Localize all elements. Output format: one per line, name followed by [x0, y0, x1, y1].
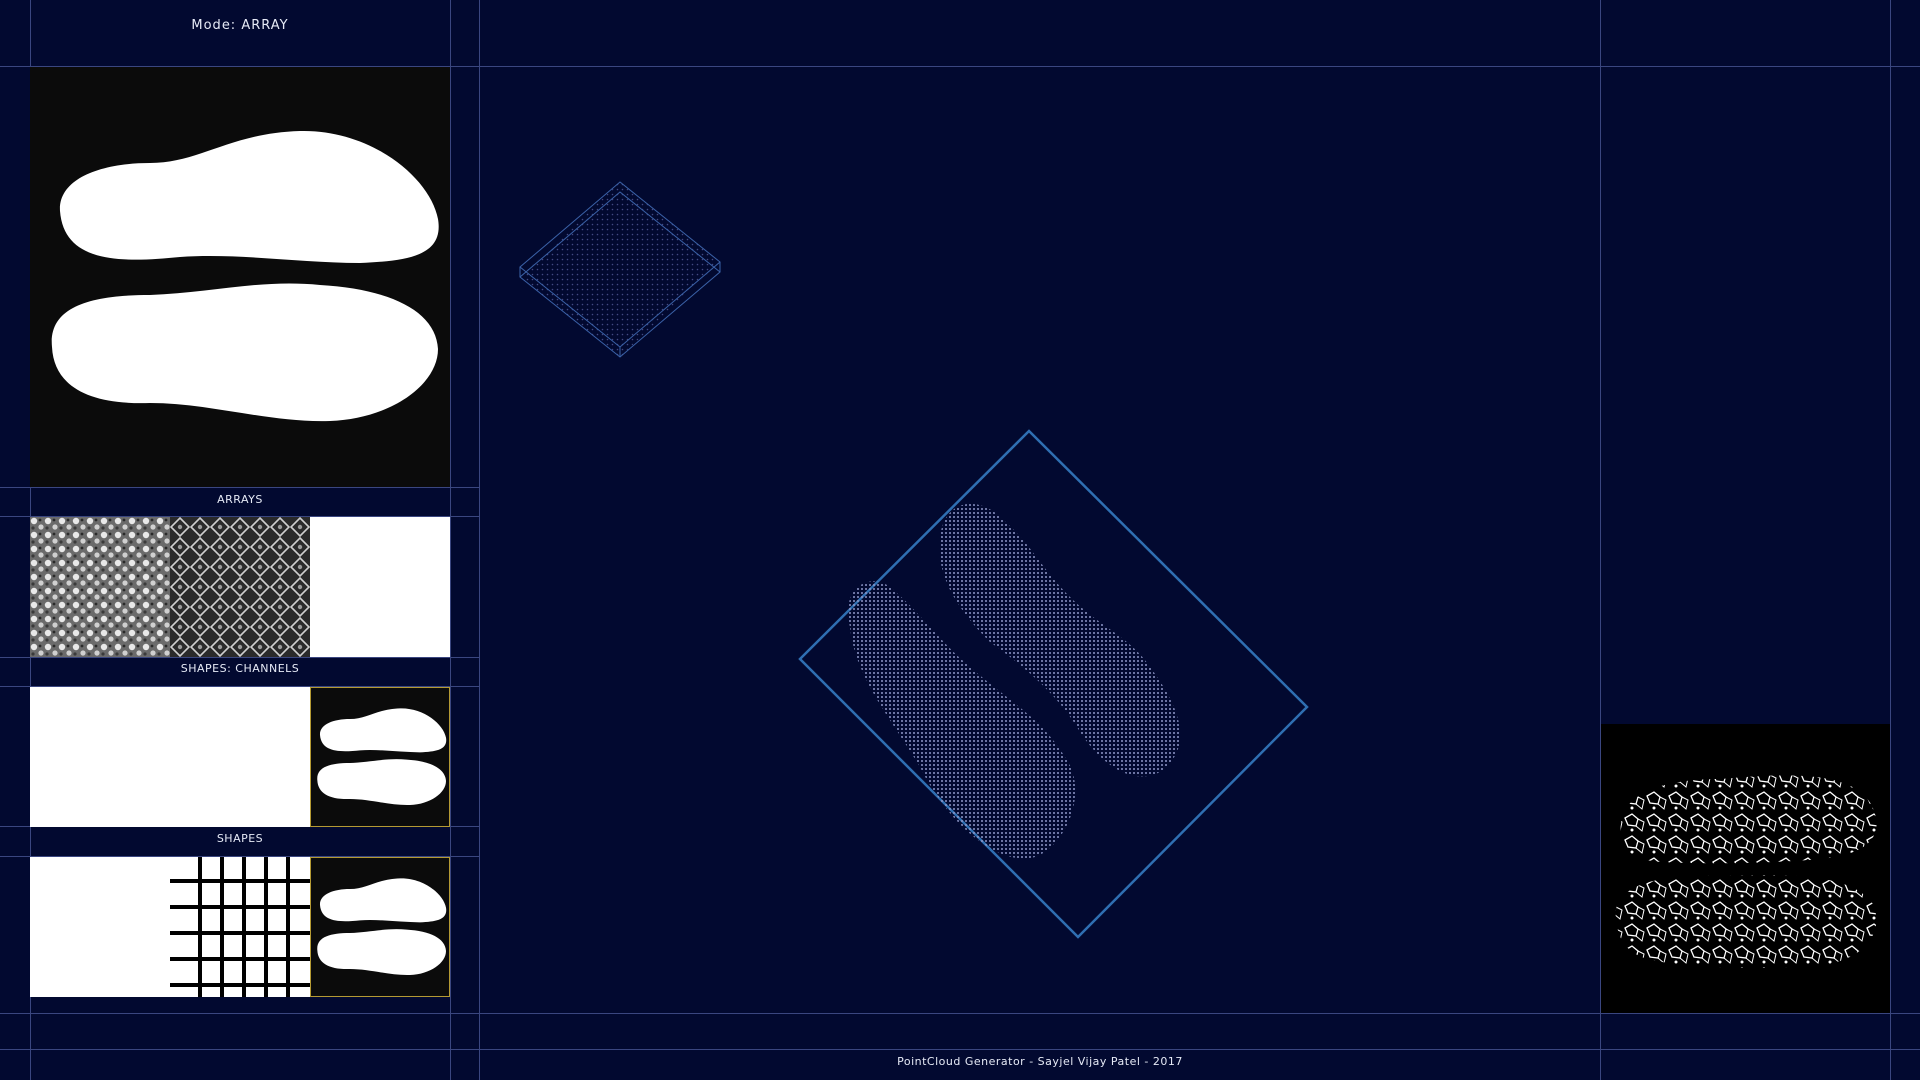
arrays-label: ARRAYS: [217, 493, 263, 506]
shape-slot-1[interactable]: [30, 857, 170, 997]
shape-preview: [30, 67, 450, 487]
noise-texture-icon: [30, 517, 170, 657]
channel-slot-1[interactable]: [30, 687, 170, 827]
point-cloud-box: [798, 429, 1309, 939]
shapes-channels-row: [30, 687, 450, 827]
channel-slot-2[interactable]: [170, 687, 310, 827]
selected-shape-tile-2[interactable]: [310, 857, 450, 997]
grid-pattern-tile[interactable]: [170, 857, 310, 997]
empty-slot-tile[interactable]: [310, 517, 450, 657]
shapes-channels-label: SHAPES: CHANNELS: [180, 662, 300, 675]
diamond-pattern-tile[interactable]: [170, 517, 310, 657]
voronoi-preview-icon: [1615, 775, 1877, 968]
insole-thumbnail-icon: [317, 708, 447, 806]
noise-texture-tile[interactable]: [30, 517, 170, 657]
point-cloud-viewport[interactable]: [480, 67, 1600, 1013]
mode-label: Mode: ARRAY: [191, 18, 289, 33]
footer-credit: PointCloud Generator - Sayjel Vijay Pate…: [897, 1055, 1183, 1068]
arrays-row: [30, 517, 450, 657]
shapes-label: SHAPES: [216, 832, 264, 845]
mini-point-cloud-box: [519, 181, 721, 358]
voronoi-preview: [1601, 724, 1890, 1013]
selected-shape-tile[interactable]: [310, 687, 450, 827]
diamond-pattern-icon: [170, 517, 310, 657]
insole-thumbnail-icon: [317, 878, 447, 976]
shapes-row: [30, 857, 450, 997]
grid-pattern-icon: [170, 857, 310, 997]
insole-silhouette-preview-icon: [51, 130, 439, 422]
